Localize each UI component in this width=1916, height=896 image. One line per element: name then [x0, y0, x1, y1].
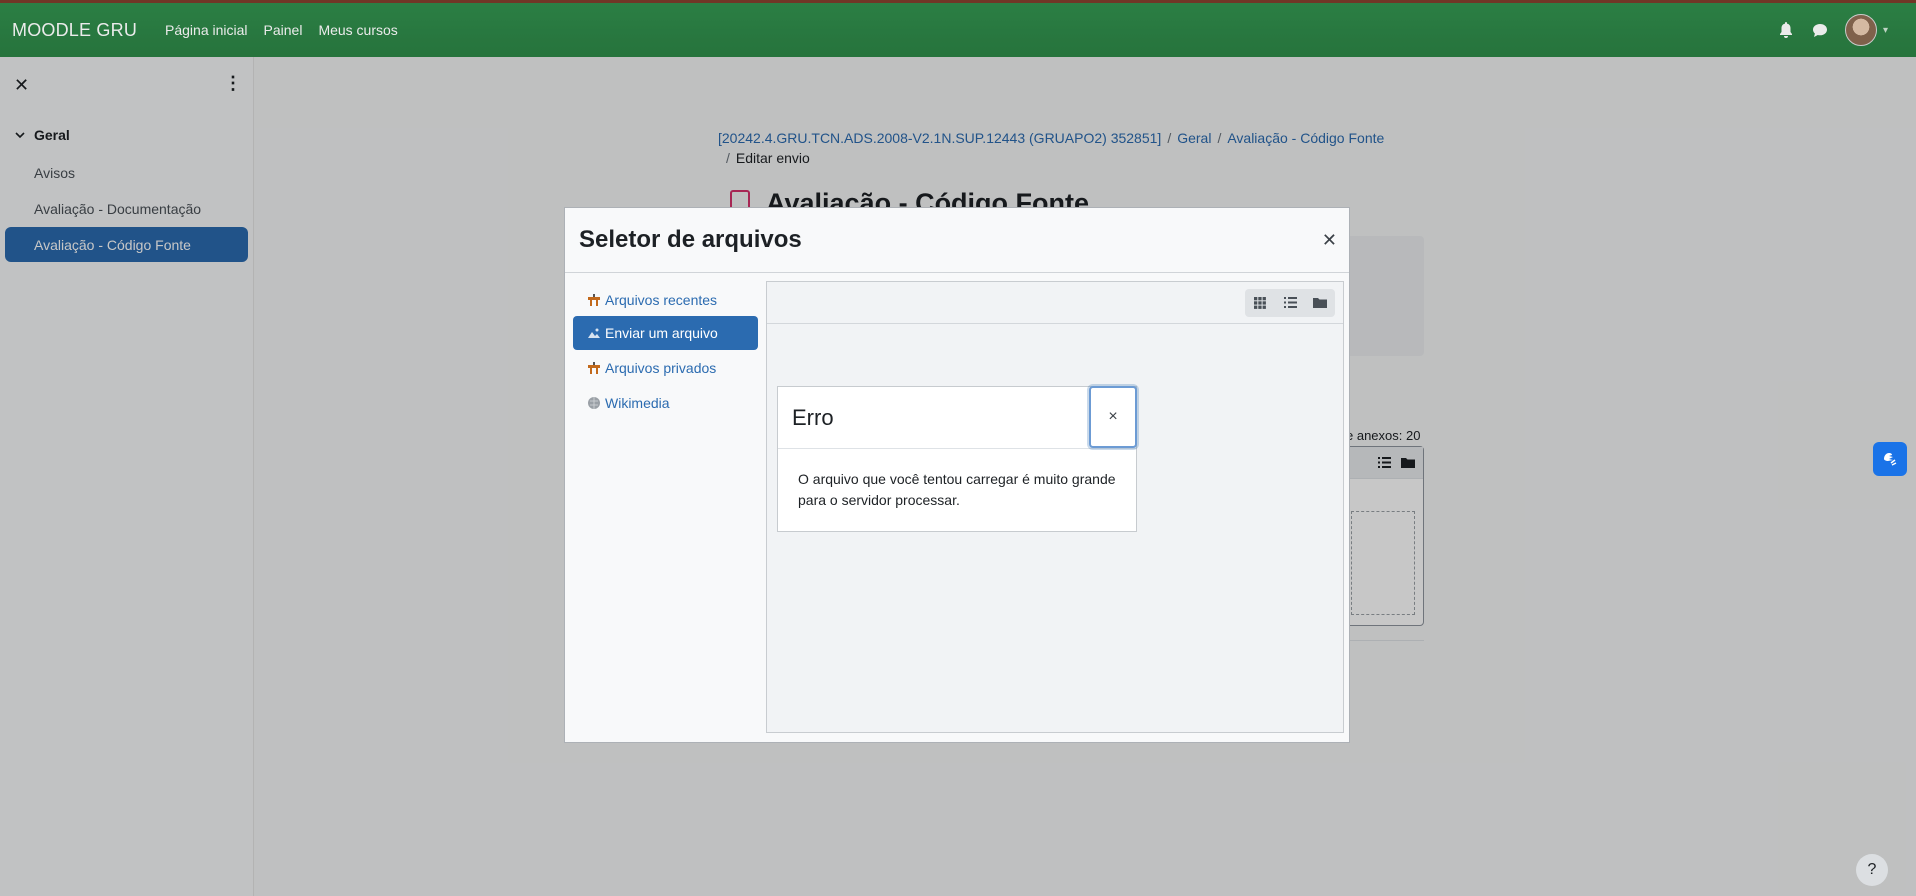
folder-icon [1313, 298, 1327, 308]
file-picker-title: Seletor de arquivos [579, 226, 802, 253]
repo-label: Arquivos privados [605, 360, 717, 376]
repo-recent-files[interactable]: Arquivos recentes [573, 283, 758, 317]
navbar-dim-overlay [0, 0, 1916, 57]
error-dialog: Erro × O arquivo que você tentou carrega… [777, 386, 1137, 532]
list-view-button[interactable] [1275, 289, 1305, 317]
error-dialog-header: Erro [778, 387, 1136, 449]
recent-files-icon [588, 294, 600, 306]
close-icon[interactable]: ✕ [1322, 230, 1337, 251]
repo-label: Wikimedia [605, 395, 670, 411]
error-dialog-title: Erro [792, 404, 834, 430]
error-message: O arquivo que você tentou carregar é mui… [798, 471, 1116, 508]
view-toolbar [767, 282, 1343, 324]
repo-private-files[interactable]: Arquivos privados [573, 351, 758, 385]
repo-label: Enviar um arquivo [605, 325, 718, 341]
accessibility-hands-icon[interactable] [1873, 442, 1907, 476]
file-picker-header: Seletor de arquivos [565, 208, 1349, 273]
view-switcher [1245, 288, 1335, 317]
list-icon [1283, 297, 1297, 308]
tree-view-button[interactable] [1305, 289, 1335, 317]
repo-wikimedia[interactable]: Wikimedia [573, 386, 758, 420]
icon-view-button[interactable] [1245, 289, 1275, 317]
repo-label: Arquivos recentes [605, 292, 718, 308]
repo-upload-file[interactable]: Enviar um arquivo [573, 316, 758, 350]
upload-icon [588, 328, 600, 338]
help-button[interactable]: ? [1856, 854, 1888, 886]
close-button[interactable]: × [1089, 386, 1137, 448]
wikimedia-icon [588, 397, 600, 409]
grid-icon [1254, 296, 1266, 309]
private-files-icon [588, 362, 600, 374]
